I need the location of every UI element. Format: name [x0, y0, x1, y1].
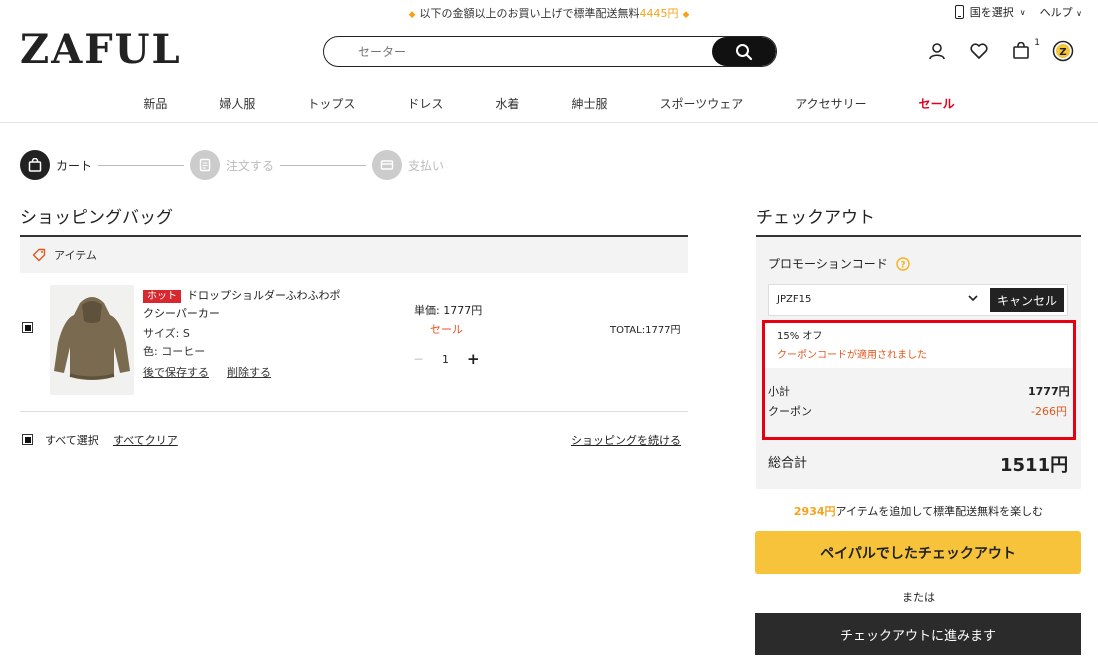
main-nav: 新品 婦人服 トップス ドレス 水着 紳士服 スポーツウェア アクセサリー セー…: [0, 95, 1098, 112]
product-name-block: ホット ドロップショルダーふわふわポクシーパーカー: [143, 287, 343, 322]
country-label: 国を選択: [969, 6, 1014, 19]
step-order-label: 注文する: [226, 158, 275, 173]
chevron-down-icon: ∨: [1019, 7, 1026, 17]
grand-total-value: 1511円: [1000, 455, 1069, 476]
checkout-steps: カート 注文する 支払い: [20, 150, 450, 180]
logo[interactable]: ZAFUL: [20, 26, 182, 73]
step-cart-circle: [20, 150, 50, 180]
promo-text: 以下の金額以上のお買い上げで標準配送無料: [419, 7, 640, 20]
paypal-checkout-button[interactable]: ペイパルでしたチェックアウト: [755, 531, 1081, 574]
search-button[interactable]: [712, 37, 776, 66]
item-checkbox[interactable]: [22, 322, 33, 333]
help-menu[interactable]: ヘルプ ∨: [1040, 4, 1082, 20]
clear-all-link[interactable]: すべてクリア: [113, 432, 178, 448]
sale-label: セール: [430, 323, 463, 336]
card-icon: [380, 160, 394, 170]
chevron-down-icon: ∨: [1076, 9, 1082, 18]
help-icon[interactable]: ?: [896, 256, 910, 271]
nav-item-tops[interactable]: トップス: [307, 95, 355, 112]
nav-item-new[interactable]: 新品: [143, 95, 167, 112]
step-payment-label: 支払い: [408, 158, 445, 173]
heart-icon: [970, 43, 988, 59]
unit-price: 単価: 1777円: [414, 304, 483, 317]
free-shipping-amount: 2934円: [793, 505, 836, 518]
country-selector[interactable]: 国を選択 ∨: [954, 4, 1026, 20]
nav-item-sportswear[interactable]: スポーツウェア: [659, 95, 743, 112]
checkout-title: チェックアウト: [756, 208, 875, 228]
or-label: または: [902, 591, 935, 604]
z-coin-icon: Z: [1052, 40, 1074, 62]
step-order-circle: [190, 150, 221, 180]
checkbox-mark: [24, 324, 31, 331]
promo-code-label-row: プロモーションコード ?: [768, 255, 910, 272]
wishlist-button[interactable]: [968, 40, 990, 62]
nav-item-accessories[interactable]: アクセサリー: [795, 95, 866, 112]
promo-code-value: JPZF15: [777, 294, 812, 305]
chevron-down-icon: [967, 292, 979, 307]
promo-code-label: プロモーションコード: [768, 257, 888, 271]
quantity-stepper: － 1 +: [413, 350, 480, 368]
product-actions: 後で保存する 削除する: [143, 364, 271, 380]
header-icons: 1 Z: [926, 38, 1074, 62]
account-button[interactable]: [926, 40, 948, 62]
search-input[interactable]: [324, 37, 714, 66]
nav-item-sale[interactable]: セール: [919, 95, 955, 112]
save-later-link[interactable]: 後で保存する: [143, 364, 209, 380]
cancel-button[interactable]: キャンセル: [989, 288, 1064, 312]
items-header: アイテム: [20, 237, 688, 273]
free-shipping-note: 2934円アイテムを追加して標準配送無料を楽しむ: [756, 503, 1081, 519]
continue-shopping-link[interactable]: ショッピングを続ける: [571, 432, 681, 448]
cart-button[interactable]: 1: [1010, 38, 1040, 62]
select-all-checkbox[interactable]: [22, 434, 33, 445]
qty-minus-button[interactable]: －: [413, 351, 424, 367]
item-total: TOTAL:1777円: [610, 325, 681, 336]
product-color: 色: コーヒー: [143, 345, 206, 358]
select-all-label[interactable]: すべて選択: [45, 432, 99, 448]
user-icon: [929, 43, 945, 60]
hot-badge: ホット: [143, 290, 181, 303]
free-shipping-text: アイテムを追加して標準配送無料を楽しむ: [835, 505, 1044, 518]
promo-dot-icon: ◆: [408, 10, 416, 20]
cart-count: 1: [1034, 38, 1040, 48]
document-icon: [199, 158, 211, 172]
grand-total-label: 総合計: [768, 456, 808, 471]
items-header-label: アイテム: [54, 249, 97, 262]
product-image[interactable]: [50, 285, 134, 395]
bag-icon: [1013, 42, 1029, 59]
delete-link[interactable]: 削除する: [227, 364, 271, 380]
bag-title: ショッピングバッグ: [20, 208, 173, 228]
qty-plus-button[interactable]: +: [467, 350, 480, 368]
promo-amount: 4445円: [639, 7, 679, 20]
checkbox-mark: [24, 436, 31, 443]
nav-item-dresses[interactable]: ドレス: [407, 95, 443, 112]
product-size: サイズ: S: [143, 327, 190, 340]
svg-text:Z: Z: [1059, 47, 1066, 58]
highlight-box: [762, 320, 1076, 440]
search-bar: [323, 36, 777, 67]
promo-dot-icon: ◆: [682, 10, 690, 20]
bag-divider: [20, 411, 688, 412]
promo-code-select[interactable]: JPZF15 キャンセル: [768, 284, 1068, 316]
step-connector: [98, 164, 185, 166]
step-cart-label: カート: [56, 158, 93, 173]
tag-icon: [32, 248, 46, 262]
help-label: ヘルプ: [1039, 6, 1073, 19]
phone-icon: [954, 5, 964, 19]
nav-item-swimwear[interactable]: 水着: [495, 95, 519, 112]
nav-divider: [0, 122, 1098, 123]
qty-value[interactable]: 1: [442, 353, 449, 366]
step-payment-circle: [372, 150, 403, 180]
bag-icon: [28, 158, 42, 172]
proceed-checkout-button[interactable]: チェックアウトに進みます: [755, 613, 1081, 655]
nav-item-women[interactable]: 婦人服: [219, 95, 255, 112]
zaful-coin-button[interactable]: Z: [1052, 40, 1074, 62]
search-icon: [736, 43, 753, 60]
step-connector: [280, 164, 367, 166]
svg-text:?: ?: [900, 260, 905, 270]
nav-item-men[interactable]: 紳士服: [571, 95, 607, 112]
hoodie-image: [50, 285, 134, 395]
promo-banner: ◆ 以下の金額以上のお買い上げで標準配送無料4445円 ◆: [0, 5, 1098, 21]
top-right-links: 国を選択 ∨ ヘルプ ∨: [954, 4, 1082, 20]
